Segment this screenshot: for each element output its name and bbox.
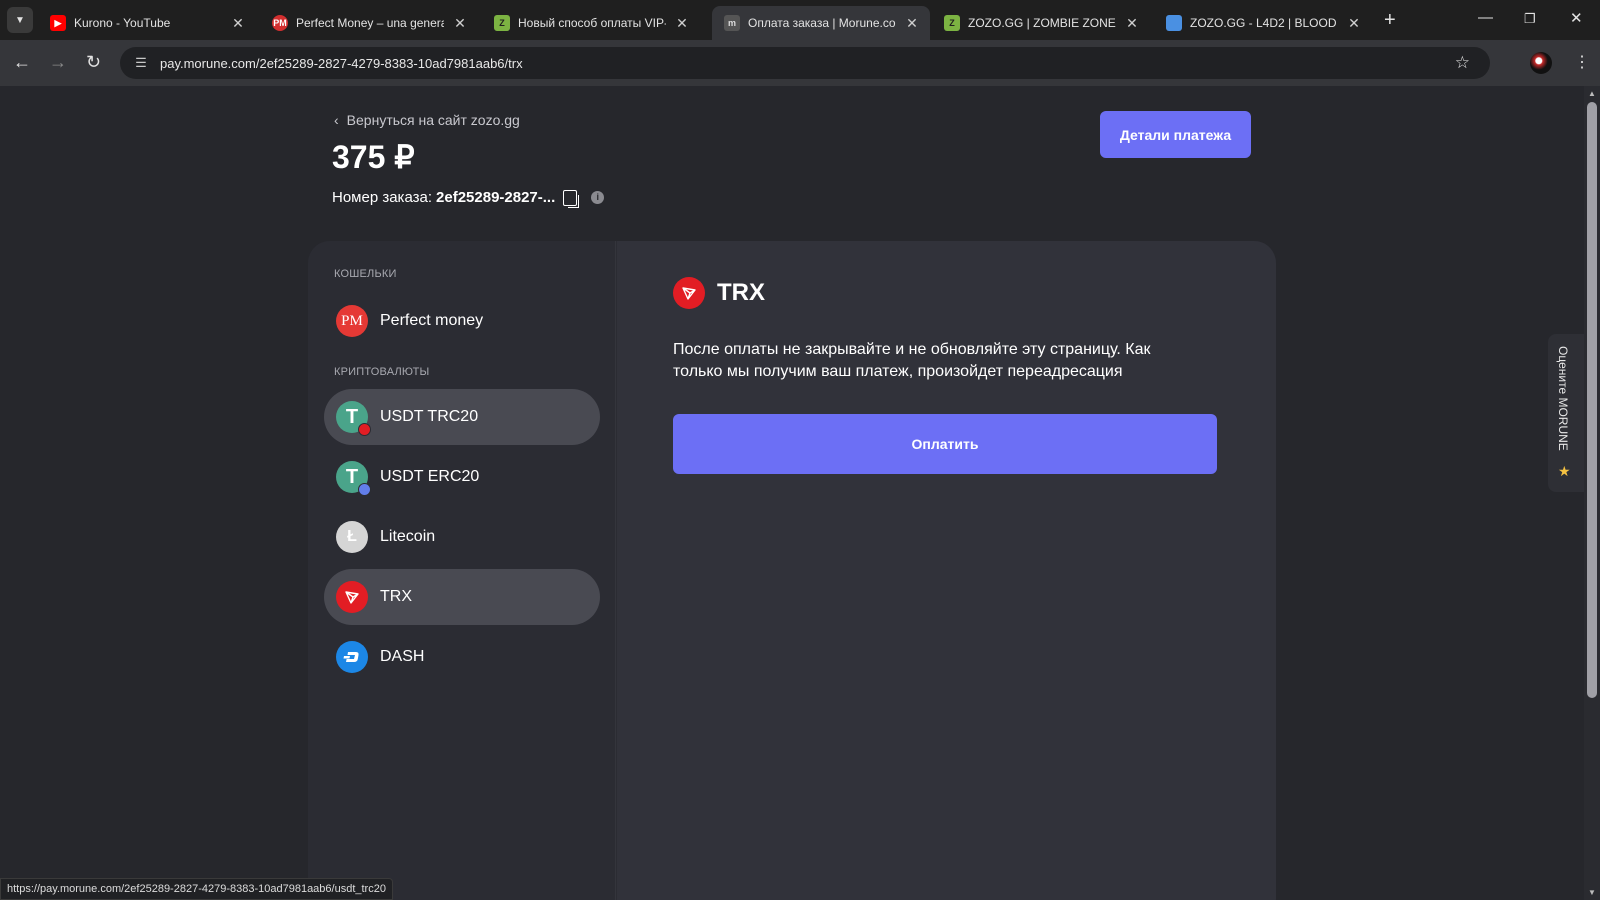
payment-main-panel: TRX После оплаты не закрывайте и не обно… <box>617 241 1276 900</box>
wallets-section-label: КОШЕЛЬКИ <box>334 268 397 280</box>
tron-badge-icon <box>358 423 371 436</box>
selected-coin-header: TRX <box>673 277 765 309</box>
tab-title: Оплата заказа | Morune.com <box>748 16 896 30</box>
close-icon[interactable]: ✕ <box>674 15 690 32</box>
payment-amount: 375 ₽ <box>332 139 415 175</box>
new-tab-button[interactable]: + <box>1384 9 1396 32</box>
coin-name: TRX <box>717 279 765 306</box>
back-to-site-link[interactable]: ‹ Вернуться на сайт zozo.gg <box>334 112 520 128</box>
method-label: Litecoin <box>380 528 436 545</box>
method-usdt-erc20[interactable]: T USDT ERC20 <box>324 449 600 505</box>
payment-notice: После оплаты не закрывайте и не обновляй… <box>673 341 1151 380</box>
tab-title: ZOZO.GG - L4D2 | BLOOD FA <box>1190 16 1338 30</box>
tab-title: ZOZO.GG | ZOMBIE ZONE : L <box>968 16 1116 30</box>
forward-arrow-icon[interactable]: → <box>49 52 67 73</box>
dash-icon <box>336 641 368 673</box>
method-trx[interactable]: TRX <box>324 569 600 625</box>
close-icon[interactable]: ✕ <box>1346 15 1362 32</box>
back-link-label: Вернуться на сайт zozo.gg <box>346 112 520 128</box>
bookmark-star-icon[interactable]: ☆ <box>1455 53 1470 73</box>
tab-youtube[interactable]: ▶ Kurono - YouTube ✕ <box>38 6 256 40</box>
tether-icon: T <box>336 401 371 436</box>
reload-icon[interactable]: ↻ <box>86 52 101 73</box>
method-dash[interactable]: DASH <box>324 629 600 685</box>
copy-icon[interactable] <box>563 189 580 208</box>
link-status-bar: https://pay.morune.com/2ef25289-2827-427… <box>0 878 393 900</box>
site-settings-icon[interactable]: ☰ <box>126 55 156 71</box>
method-litecoin[interactable]: Ł Litecoin <box>324 509 600 565</box>
tab-perfect-money[interactable]: PM Perfect Money – una generac ✕ <box>260 6 478 40</box>
tab-zombie-zone[interactable]: Z ZOZO.GG | ZOMBIE ZONE : L ✕ <box>932 6 1150 40</box>
method-usdt-trc20[interactable]: T USDT TRC20 <box>324 389 600 445</box>
youtube-icon: ▶ <box>50 15 66 31</box>
tab-morune-active[interactable]: m Оплата заказа | Morune.com ✕ <box>712 6 930 40</box>
window-close-icon[interactable]: ✕ <box>1570 9 1583 27</box>
page-scrollbar[interactable]: ▲ ▼ <box>1584 86 1600 900</box>
tron-icon <box>673 277 705 309</box>
close-icon[interactable]: ✕ <box>904 15 920 32</box>
chevron-left-icon: ‹ <box>334 112 339 128</box>
close-icon[interactable]: ✕ <box>230 15 246 32</box>
tron-icon <box>336 581 368 613</box>
browser-toolbar: ← → ↻ ☰ pay.morune.com/2ef25289-2827-427… <box>0 40 1600 86</box>
method-label: USDT TRC20 <box>380 408 479 425</box>
payment-page: ‹ Вернуться на сайт zozo.gg 375 ₽ Номер … <box>0 86 1584 900</box>
close-icon[interactable]: ✕ <box>452 15 468 32</box>
restore-icon[interactable]: ❐ <box>1524 11 1536 27</box>
tab-title: Perfect Money – una generac <box>296 16 444 30</box>
chevron-down-icon: ▼ <box>15 14 25 26</box>
back-arrow-icon[interactable]: ← <box>13 52 31 73</box>
tab-search-button[interactable]: ▼ <box>7 7 33 33</box>
star-icon: ★ <box>1558 463 1571 479</box>
scroll-down-icon[interactable]: ▼ <box>1588 888 1596 897</box>
method-perfect-money[interactable]: PM Perfect money <box>324 293 600 349</box>
pay-button[interactable]: Оплатить <box>673 414 1217 474</box>
payment-methods-sidebar: КОШЕЛЬКИ PM Perfect money КРИПТОВАЛЮТЫ T… <box>308 241 616 900</box>
address-bar[interactable]: ☰ pay.morune.com/2ef25289-2827-4279-8383… <box>120 47 1490 79</box>
kebab-menu-icon[interactable]: ⋮ <box>1574 52 1590 72</box>
profile-avatar[interactable] <box>1530 52 1552 74</box>
method-label: USDT ERC20 <box>380 468 480 485</box>
scroll-up-icon[interactable]: ▲ <box>1588 89 1596 98</box>
zozo-icon: Z <box>494 15 510 31</box>
rate-morune-widget[interactable]: Оцените MORUNE ★ <box>1548 334 1584 492</box>
tab-title: Новый способ оплаты VIP- <box>518 16 666 30</box>
tab-vip-payment[interactable]: Z Новый способ оплаты VIP- ✕ <box>482 6 700 40</box>
order-number-value: 2ef25289-2827-... <box>436 189 556 206</box>
payment-card: КОШЕЛЬКИ PM Perfect money КРИПТОВАЛЮТЫ T… <box>308 241 1276 900</box>
method-label: DASH <box>380 648 425 665</box>
tether-icon: T <box>336 461 371 496</box>
tab-title: Kurono - YouTube <box>74 16 171 30</box>
perfect-money-icon: PM <box>272 15 288 31</box>
close-icon[interactable]: ✕ <box>1124 15 1140 32</box>
litecoin-icon: Ł <box>336 521 368 553</box>
minimize-icon[interactable]: — <box>1478 9 1493 26</box>
info-icon[interactable]: i <box>591 191 605 204</box>
crypto-section-label: КРИПТОВАЛЮТЫ <box>334 366 430 378</box>
zozo-blue-icon <box>1166 15 1182 31</box>
ethereum-badge-icon <box>358 483 371 496</box>
perfect-money-icon: PM <box>336 305 368 337</box>
url-text: pay.morune.com/2ef25289-2827-4279-8383-1… <box>160 55 523 71</box>
tab-l4d2[interactable]: ZOZO.GG - L4D2 | BLOOD FA ✕ <box>1154 6 1372 40</box>
morune-icon: m <box>724 15 740 31</box>
order-number-label: Номер заказа: <box>332 189 433 206</box>
method-label: TRX <box>380 588 412 605</box>
order-number-row: Номер заказа: 2ef25289-2827-... i <box>332 189 605 208</box>
rate-widget-label: Оцените MORUNE <box>1556 346 1570 451</box>
scrollbar-thumb[interactable] <box>1587 102 1597 698</box>
method-label: Perfect money <box>380 312 484 329</box>
payment-details-button[interactable]: Детали платежа <box>1100 111 1251 158</box>
zozo-icon: Z <box>944 15 960 31</box>
tab-strip: ▼ ▶ Kurono - YouTube ✕ PM Perfect Money … <box>0 0 1600 40</box>
